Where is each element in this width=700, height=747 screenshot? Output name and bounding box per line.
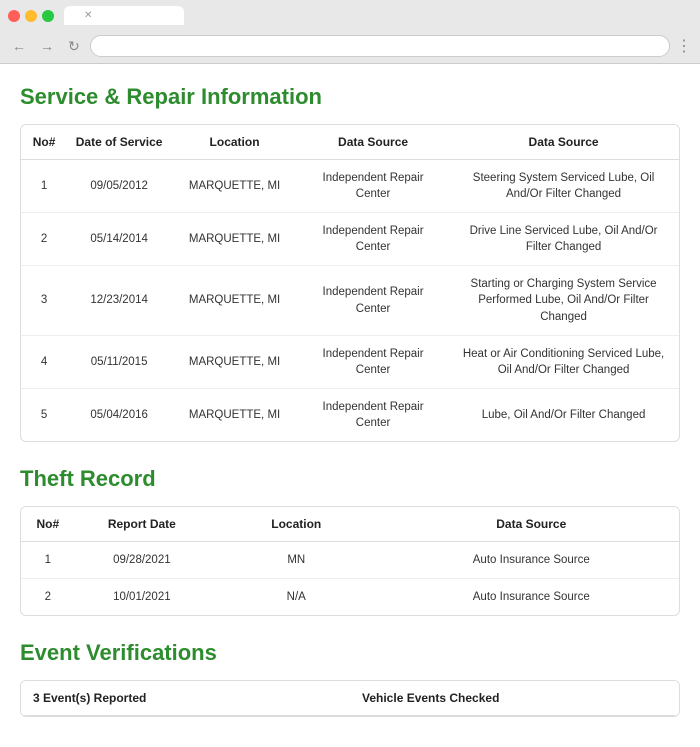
- theft-col-source: Data Source: [384, 507, 679, 542]
- theft-table-row: 2 10/01/2021 N/A Auto Insurance Source: [21, 579, 679, 616]
- service-cell-source1: Independent Repair Center: [298, 266, 448, 335]
- service-section-title: Service & Repair Information: [20, 84, 680, 110]
- service-cell-source2: Heat or Air Conditioning Serviced Lube, …: [448, 335, 679, 388]
- theft-section-title: Theft Record: [20, 466, 680, 492]
- service-cell-no: 5: [21, 388, 67, 441]
- service-table-row: 3 12/23/2014 MARQUETTE, MI Independent R…: [21, 266, 679, 335]
- theft-table: No# Report Date Location Data Source 1 0…: [21, 507, 679, 615]
- service-table-header-row: No# Date of Service Location Data Source…: [21, 125, 679, 160]
- service-col-date: Date of Service: [67, 125, 171, 160]
- service-col-location: Location: [171, 125, 298, 160]
- service-cell-location: MARQUETTE, MI: [171, 388, 298, 441]
- service-cell-date: 12/23/2014: [67, 266, 171, 335]
- service-cell-date: 05/14/2014: [67, 213, 171, 266]
- theft-table-body: 1 09/28/2021 MN Auto Insurance Source 2 …: [21, 542, 679, 616]
- theft-cell-date: 10/01/2021: [75, 579, 209, 616]
- service-table-row: 2 05/14/2014 MARQUETTE, MI Independent R…: [21, 213, 679, 266]
- forward-button[interactable]: →: [36, 36, 58, 56]
- refresh-button[interactable]: ↻: [64, 36, 84, 57]
- service-cell-no: 3: [21, 266, 67, 335]
- service-cell-source1: Independent Repair Center: [298, 388, 448, 441]
- maximize-traffic-light[interactable]: [42, 10, 54, 22]
- theft-cell-date: 09/28/2021: [75, 542, 209, 579]
- service-cell-source2: Steering System Serviced Lube, Oil And/O…: [448, 160, 679, 213]
- service-cell-source2: Lube, Oil And/Or Filter Changed: [448, 388, 679, 441]
- event-header-row: 3 Event(s) Reported Vehicle Events Check…: [21, 681, 679, 716]
- event-col2-header: Vehicle Events Checked: [350, 681, 679, 715]
- theft-cell-location: N/A: [209, 579, 384, 616]
- browser-menu-button[interactable]: ⋮: [676, 36, 692, 56]
- page-content: Service & Repair Information No# Date of…: [0, 64, 700, 747]
- theft-table-row: 1 09/28/2021 MN Auto Insurance Source: [21, 542, 679, 579]
- service-cell-no: 2: [21, 213, 67, 266]
- service-table-row: 5 05/04/2016 MARQUETTE, MI Independent R…: [21, 388, 679, 441]
- service-cell-location: MARQUETTE, MI: [171, 160, 298, 213]
- event-section-title: Event Verifications: [20, 640, 680, 666]
- service-cell-source2: Starting or Charging System Service Perf…: [448, 266, 679, 335]
- service-col-source2: Data Source: [448, 125, 679, 160]
- service-table-body: 1 09/05/2012 MARQUETTE, MI Independent R…: [21, 160, 679, 442]
- service-cell-source1: Independent Repair Center: [298, 335, 448, 388]
- theft-col-no: No#: [21, 507, 75, 542]
- event-col1-header: 3 Event(s) Reported: [21, 681, 350, 715]
- service-cell-no: 4: [21, 335, 67, 388]
- theft-cell-no: 2: [21, 579, 75, 616]
- service-col-source1: Data Source: [298, 125, 448, 160]
- service-table-row: 4 05/11/2015 MARQUETTE, MI Independent R…: [21, 335, 679, 388]
- service-cell-no: 1: [21, 160, 67, 213]
- theft-cell-source: Auto Insurance Source: [384, 579, 679, 616]
- service-table: No# Date of Service Location Data Source…: [21, 125, 679, 441]
- service-cell-date: 09/05/2012: [67, 160, 171, 213]
- service-cell-source1: Independent Repair Center: [298, 160, 448, 213]
- theft-cell-location: MN: [209, 542, 384, 579]
- browser-tab[interactable]: ✕: [64, 6, 184, 25]
- service-cell-location: MARQUETTE, MI: [171, 335, 298, 388]
- service-table-row: 1 09/05/2012 MARQUETTE, MI Independent R…: [21, 160, 679, 213]
- service-cell-location: MARQUETTE, MI: [171, 266, 298, 335]
- service-cell-date: 05/11/2015: [67, 335, 171, 388]
- tab-bar: ✕: [8, 6, 692, 25]
- browser-chrome: ✕ ← → ↻ ⋮: [0, 0, 700, 64]
- tab-close-button[interactable]: ✕: [84, 10, 92, 21]
- event-table-container: 3 Event(s) Reported Vehicle Events Check…: [20, 680, 680, 717]
- service-cell-date: 05/04/2016: [67, 388, 171, 441]
- close-traffic-light[interactable]: [8, 10, 20, 22]
- theft-cell-source: Auto Insurance Source: [384, 542, 679, 579]
- theft-cell-no: 1: [21, 542, 75, 579]
- theft-table-header-row: No# Report Date Location Data Source: [21, 507, 679, 542]
- service-cell-source2: Drive Line Serviced Lube, Oil And/Or Fil…: [448, 213, 679, 266]
- service-table-container: No# Date of Service Location Data Source…: [20, 124, 680, 442]
- theft-col-location: Location: [209, 507, 384, 542]
- browser-toolbar: ← → ↻ ⋮: [8, 31, 692, 63]
- service-cell-source1: Independent Repair Center: [298, 213, 448, 266]
- minimize-traffic-light[interactable]: [25, 10, 37, 22]
- address-bar[interactable]: [90, 35, 670, 57]
- back-button[interactable]: ←: [8, 36, 30, 56]
- theft-col-date: Report Date: [75, 507, 209, 542]
- theft-table-container: No# Report Date Location Data Source 1 0…: [20, 506, 680, 616]
- service-col-no: No#: [21, 125, 67, 160]
- traffic-lights: [8, 10, 54, 22]
- service-cell-location: MARQUETTE, MI: [171, 213, 298, 266]
